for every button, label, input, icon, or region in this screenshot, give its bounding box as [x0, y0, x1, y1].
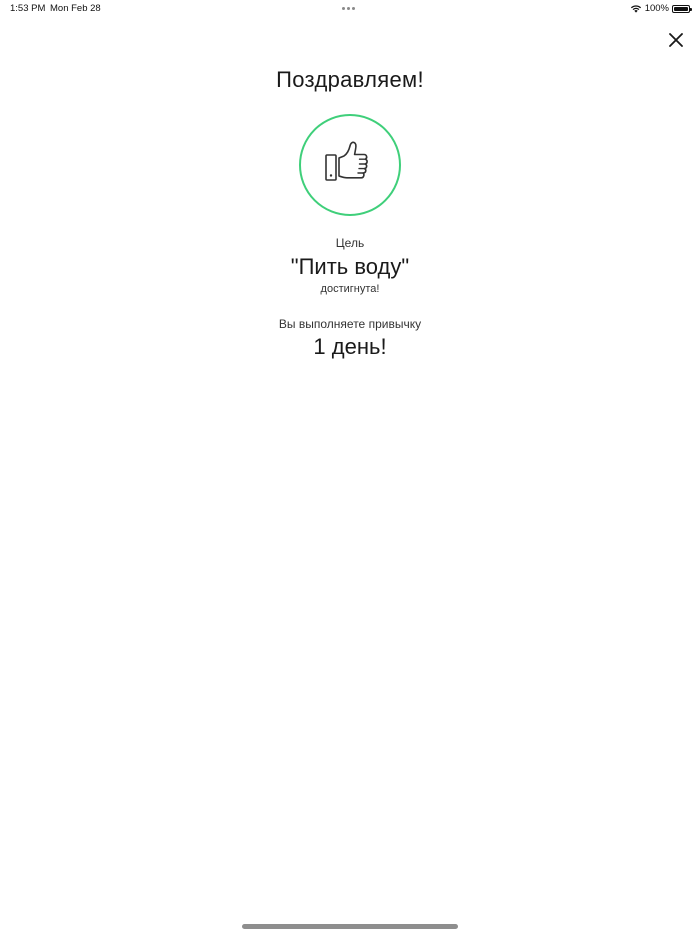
page-title: Поздравляем!: [276, 67, 424, 92]
close-icon: [669, 33, 683, 47]
thumbs-up-icon: [325, 141, 368, 181]
status-date: Mon Feb 28: [50, 3, 101, 14]
goal-caption: Цель: [335, 236, 365, 250]
streak-caption: Вы выполняете привычку: [278, 317, 422, 331]
status-bar: 1:53 PM Mon Feb 28 100%: [0, 0, 700, 18]
home-indicator[interactable]: [242, 924, 458, 929]
goal-name: "Пить воду": [290, 254, 410, 279]
multitasking-dots-icon[interactable]: [342, 7, 355, 10]
goal-status: достигнута!: [320, 283, 380, 295]
wifi-icon: [630, 5, 641, 13]
battery-icon: [672, 4, 692, 13]
achievement-badge: [299, 114, 401, 216]
close-button[interactable]: [664, 28, 688, 52]
battery-percentage: 100%: [644, 3, 669, 14]
status-time: 1:53 PM: [10, 3, 46, 14]
status-right: 100%: [630, 3, 692, 14]
streak-value: 1 день!: [313, 334, 387, 359]
